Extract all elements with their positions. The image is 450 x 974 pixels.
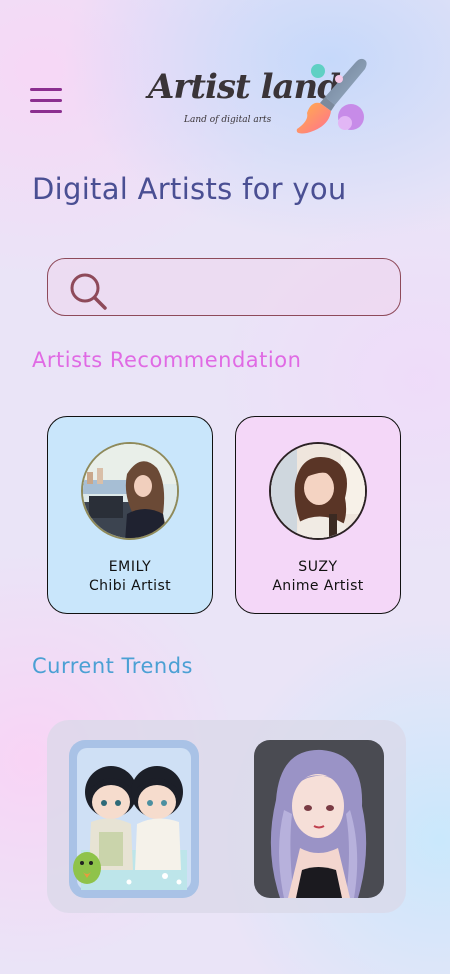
logo-subtitle: Land of digital arts (184, 115, 272, 125)
paintbrush-icon (296, 58, 367, 134)
artist-card-emily[interactable]: EMILY Chibi Artist (47, 416, 213, 614)
search-input[interactable] (120, 269, 384, 307)
section-heading-recommendations: Artists Recommendation (32, 348, 302, 372)
menu-bar (30, 88, 62, 91)
artwork-image (69, 740, 199, 898)
artist-role: Anime Artist (272, 578, 364, 594)
trends-panel (47, 720, 406, 913)
search-icon[interactable] (68, 271, 108, 311)
artist-card-suzy[interactable]: SUZY Anime Artist (235, 416, 401, 614)
menu-button[interactable] (30, 86, 62, 114)
search-bar[interactable] (47, 258, 401, 316)
artist-name: EMILY (108, 559, 152, 575)
avatar (269, 442, 367, 540)
artwork-image (254, 740, 384, 898)
artist-name: SUZY (298, 559, 338, 575)
artist-avatar-image (83, 444, 177, 538)
menu-bar (30, 99, 62, 102)
menu-bar (30, 110, 62, 113)
page-title: Digital Artists for you (32, 172, 347, 206)
artist-role: Chibi Artist (88, 578, 172, 594)
artist-avatar-image (271, 444, 365, 538)
trend-artwork-anime-girl[interactable] (254, 740, 384, 898)
avatar (81, 442, 179, 540)
app-logo[interactable]: Artist land Land of digital arts (148, 55, 373, 137)
section-heading-trends: Current Trends (32, 654, 193, 678)
trend-artwork-chibi-duo[interactable] (69, 740, 199, 898)
